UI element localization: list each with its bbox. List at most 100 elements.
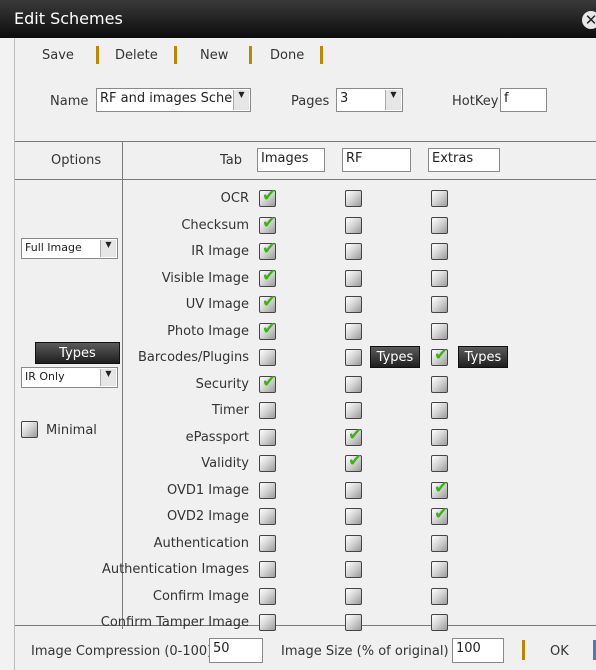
chevron-down-icon: ▼ — [385, 90, 401, 110]
option-checkbox[interactable] — [345, 217, 362, 234]
option-checkbox[interactable] — [345, 535, 362, 552]
types-mode-select[interactable]: IR Only ▼ — [21, 367, 118, 388]
option-checkbox[interactable] — [431, 402, 448, 419]
hotkey-label: HotKey — [452, 94, 499, 109]
option-checkbox[interactable] — [431, 429, 448, 446]
option-label: OVD1 Image — [166, 483, 249, 498]
minimal-checkbox[interactable] — [21, 421, 38, 438]
save-button[interactable]: Save — [42, 48, 74, 63]
option-checkbox[interactable] — [431, 217, 448, 234]
footer-separator — [522, 640, 525, 660]
option-checkbox[interactable] — [431, 270, 448, 287]
option-checkbox[interactable] — [431, 190, 448, 207]
compression-input[interactable]: 50 — [209, 638, 263, 663]
scheme-name-select[interactable]: RF and images Sche ▼ — [96, 88, 251, 112]
option-checkbox[interactable] — [431, 455, 448, 472]
image-mode-select[interactable]: Full Image ▼ — [21, 238, 118, 259]
table-header-border — [15, 179, 596, 180]
option-checkbox[interactable]: ✔ — [259, 239, 276, 260]
option-checkbox[interactable] — [345, 482, 362, 499]
row-types-button[interactable]: Types — [370, 346, 420, 368]
checkmark-icon: ✔ — [348, 451, 363, 471]
option-label: Barcodes/Plugins — [137, 350, 249, 365]
option-checkbox[interactable] — [259, 429, 276, 446]
option-label: Checksum — [181, 218, 249, 233]
option-label: Timer — [211, 403, 249, 418]
checkmark-icon: ✔ — [434, 478, 449, 498]
option-checkbox[interactable] — [345, 614, 362, 631]
option-checkbox[interactable] — [259, 588, 276, 605]
image-size-input[interactable]: 100 — [452, 638, 504, 663]
option-checkbox[interactable] — [259, 349, 276, 366]
option-checkbox[interactable] — [345, 270, 362, 287]
option-label: UV Image — [185, 297, 249, 312]
option-checkbox[interactable] — [345, 243, 362, 260]
option-label: Confirm Image — [152, 589, 249, 604]
option-checkbox[interactable] — [259, 482, 276, 499]
option-checkbox[interactable]: ✔ — [431, 478, 448, 499]
option-label: Authentication — [153, 536, 249, 551]
chevron-down-icon: ▼ — [100, 240, 116, 257]
tab-name-input-1[interactable]: Images — [257, 148, 325, 172]
option-checkbox[interactable] — [259, 614, 276, 631]
close-icon[interactable]: ✕ — [582, 11, 596, 29]
option-checkbox[interactable] — [345, 508, 362, 525]
option-checkbox[interactable] — [345, 588, 362, 605]
option-checkbox[interactable]: ✔ — [259, 292, 276, 313]
option-checkbox[interactable] — [431, 296, 448, 313]
option-checkbox[interactable] — [345, 190, 362, 207]
new-button[interactable]: New — [200, 48, 228, 63]
option-label: ePassport — [185, 430, 249, 445]
table-column-divider — [122, 141, 123, 629]
option-label: OVD2 Image — [166, 509, 249, 524]
checkmark-icon: ✔ — [434, 345, 449, 365]
option-checkbox[interactable] — [345, 349, 362, 366]
row-types-button[interactable]: Types — [458, 346, 508, 368]
option-checkbox[interactable] — [431, 376, 448, 393]
checkmark-icon: ✔ — [262, 372, 277, 392]
option-checkbox[interactable] — [345, 323, 362, 340]
option-label: Confirm Tamper Image — [100, 615, 249, 630]
tab-name-input-2[interactable]: RF — [342, 148, 411, 172]
hotkey-input[interactable]: f — [500, 88, 547, 112]
option-checkbox[interactable] — [259, 455, 276, 472]
option-checkbox[interactable]: ✔ — [259, 372, 276, 393]
option-checkbox[interactable]: ✔ — [345, 451, 362, 472]
option-checkbox[interactable] — [259, 402, 276, 419]
option-checkbox[interactable] — [431, 243, 448, 260]
checkmark-icon: ✔ — [262, 239, 277, 259]
option-checkbox[interactable] — [345, 402, 362, 419]
checkmark-icon: ✔ — [262, 213, 277, 233]
ok-button[interactable]: OK — [550, 644, 569, 659]
option-checkbox[interactable]: ✔ — [259, 186, 276, 207]
option-checkbox[interactable]: ✔ — [345, 425, 362, 446]
option-checkbox[interactable]: ✔ — [259, 319, 276, 340]
option-checkbox[interactable]: ✔ — [259, 266, 276, 287]
option-label: Visible Image — [161, 271, 249, 286]
option-checkbox[interactable] — [431, 535, 448, 552]
option-label: Authentication Images — [101, 562, 249, 577]
option-checkbox[interactable] — [259, 508, 276, 525]
option-checkbox[interactable]: ✔ — [431, 345, 448, 366]
checkmark-icon: ✔ — [434, 504, 449, 524]
tab-name-input-3[interactable]: Extras — [428, 148, 500, 172]
option-checkbox[interactable] — [345, 376, 362, 393]
types-button[interactable]: Types — [35, 342, 120, 364]
option-checkbox[interactable]: ✔ — [431, 504, 448, 525]
option-checkbox[interactable] — [259, 561, 276, 578]
delete-button[interactable]: Delete — [115, 48, 158, 63]
option-checkbox[interactable] — [431, 561, 448, 578]
toolbar-separator — [174, 46, 177, 64]
option-label: Validity — [201, 456, 249, 471]
minimal-label: Minimal — [46, 423, 97, 438]
option-checkbox[interactable] — [345, 296, 362, 313]
option-checkbox[interactable]: ✔ — [259, 213, 276, 234]
option-checkbox[interactable] — [431, 614, 448, 631]
option-checkbox[interactable] — [431, 323, 448, 340]
option-checkbox[interactable] — [259, 535, 276, 552]
pages-select[interactable]: 3 ▼ — [336, 88, 403, 112]
checkmark-icon: ✔ — [262, 186, 277, 206]
option-checkbox[interactable] — [345, 561, 362, 578]
option-checkbox[interactable] — [431, 588, 448, 605]
done-button[interactable]: Done — [270, 48, 304, 63]
